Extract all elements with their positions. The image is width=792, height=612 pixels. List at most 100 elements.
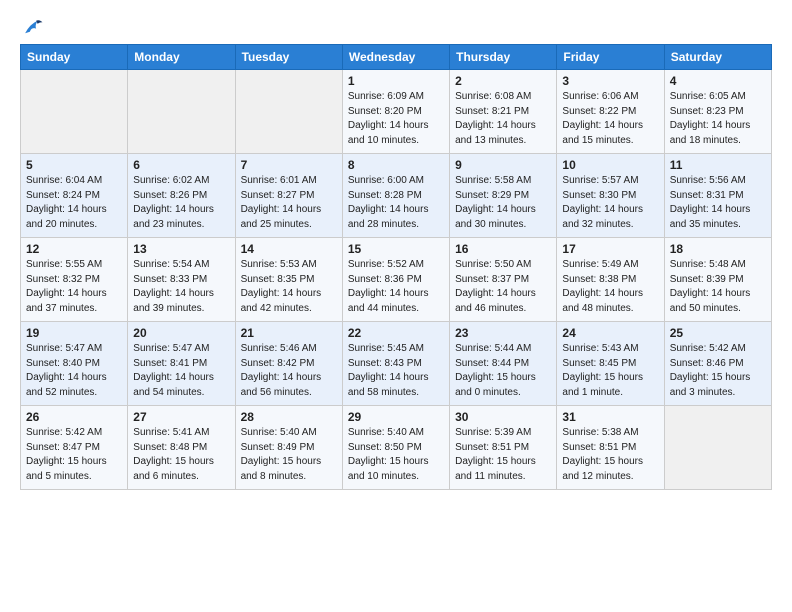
- calendar-day-22: 22 Sunrise: 5:45 AM Sunset: 8:43 PM Dayli…: [342, 322, 449, 406]
- day-info: Sunrise: 5:40 AM Sunset: 8:50 PM Dayligh…: [348, 426, 444, 484]
- day-info: Sunrise: 5:52 AM Sunset: 8:36 PM Dayligh…: [348, 258, 444, 316]
- day-info: Sunrise: 5:42 AM Sunset: 8:46 PM Dayligh…: [670, 342, 766, 400]
- day-number: 8: [348, 158, 444, 172]
- day-number: 4: [670, 74, 766, 88]
- day-number: 21: [241, 326, 337, 340]
- calendar-table: SundayMondayTuesdayWednesdayThursdayFrid…: [20, 44, 772, 490]
- calendar-day-11: 11 Sunrise: 5:56 AM Sunset: 8:31 PM Dayli…: [664, 154, 771, 238]
- day-number: 16: [455, 242, 551, 256]
- calendar-day-18: 18 Sunrise: 5:48 AM Sunset: 8:39 PM Dayli…: [664, 238, 771, 322]
- day-info: Sunrise: 5:43 AM Sunset: 8:45 PM Dayligh…: [562, 342, 658, 400]
- calendar-day-6: 6Sunrise: 6:02 AM Sunset: 8:26 PM Daylig…: [128, 154, 235, 238]
- weekday-header-friday: Friday: [557, 45, 664, 70]
- day-number: 23: [455, 326, 551, 340]
- day-info: Sunrise: 5:49 AM Sunset: 8:38 PM Dayligh…: [562, 258, 658, 316]
- logo-bird-icon: [22, 16, 44, 38]
- day-number: 26: [26, 410, 122, 424]
- day-info: Sunrise: 5:48 AM Sunset: 8:39 PM Dayligh…: [670, 258, 766, 316]
- day-info: Sunrise: 6:05 AM Sunset: 8:23 PM Dayligh…: [670, 90, 766, 148]
- day-info: Sunrise: 5:44 AM Sunset: 8:44 PM Dayligh…: [455, 342, 551, 400]
- calendar-day-20: 20 Sunrise: 5:47 AM Sunset: 8:41 PM Dayli…: [128, 322, 235, 406]
- day-number: 11: [670, 158, 766, 172]
- day-number: 18: [670, 242, 766, 256]
- calendar-day-23: 23 Sunrise: 5:44 AM Sunset: 8:44 PM Dayli…: [450, 322, 557, 406]
- calendar-empty-cell: [664, 406, 771, 490]
- calendar-day-9: 9 Sunrise: 5:58 AM Sunset: 8:29 PM Daylig…: [450, 154, 557, 238]
- calendar-day-10: 10 Sunrise: 5:57 AM Sunset: 8:30 PM Dayli…: [557, 154, 664, 238]
- calendar-day-5: 5Sunrise: 6:04 AM Sunset: 8:24 PM Daylig…: [21, 154, 128, 238]
- calendar-day-1: 1Sunrise: 6:09 AM Sunset: 8:20 PM Daylig…: [342, 70, 449, 154]
- day-info: Sunrise: 5:42 AM Sunset: 8:47 PM Dayligh…: [26, 426, 122, 484]
- day-info: Sunrise: 5:38 AM Sunset: 8:51 PM Dayligh…: [562, 426, 658, 484]
- day-number: 7: [241, 158, 337, 172]
- weekday-header-monday: Monday: [128, 45, 235, 70]
- calendar-day-14: 14Sunrise: 5:53 AM Sunset: 8:35 PM Dayli…: [235, 238, 342, 322]
- day-info: Sunrise: 5:53 AM Sunset: 8:35 PM Dayligh…: [241, 258, 337, 316]
- calendar-day-30: 30 Sunrise: 5:39 AM Sunset: 8:51 PM Dayli…: [450, 406, 557, 490]
- day-number: 22: [348, 326, 444, 340]
- calendar-week-row: 1Sunrise: 6:09 AM Sunset: 8:20 PM Daylig…: [21, 70, 772, 154]
- calendar-day-17: 17Sunrise: 5:49 AM Sunset: 8:38 PM Dayli…: [557, 238, 664, 322]
- day-info: Sunrise: 5:47 AM Sunset: 8:40 PM Dayligh…: [26, 342, 122, 400]
- day-number: 10: [562, 158, 658, 172]
- day-info: Sunrise: 6:01 AM Sunset: 8:27 PM Dayligh…: [241, 174, 337, 232]
- day-number: 2: [455, 74, 551, 88]
- day-number: 24: [562, 326, 658, 340]
- calendar-day-24: 24 Sunrise: 5:43 AM Sunset: 8:45 PM Dayli…: [557, 322, 664, 406]
- calendar-day-13: 13Sunrise: 5:54 AM Sunset: 8:33 PM Dayli…: [128, 238, 235, 322]
- calendar-day-31: 31 Sunrise: 5:38 AM Sunset: 8:51 PM Dayli…: [557, 406, 664, 490]
- day-info: Sunrise: 5:56 AM Sunset: 8:31 PM Dayligh…: [670, 174, 766, 232]
- calendar-week-row: 26 Sunrise: 5:42 AM Sunset: 8:47 PM Dayli…: [21, 406, 772, 490]
- day-number: 12: [26, 242, 122, 256]
- day-number: 9: [455, 158, 551, 172]
- day-number: 30: [455, 410, 551, 424]
- day-number: 6: [133, 158, 229, 172]
- day-info: Sunrise: 5:55 AM Sunset: 8:32 PM Dayligh…: [26, 258, 122, 316]
- day-number: 3: [562, 74, 658, 88]
- day-info: Sunrise: 5:41 AM Sunset: 8:48 PM Dayligh…: [133, 426, 229, 484]
- calendar-day-27: 27 Sunrise: 5:41 AM Sunset: 8:48 PM Dayli…: [128, 406, 235, 490]
- day-number: 5: [26, 158, 122, 172]
- weekday-header-thursday: Thursday: [450, 45, 557, 70]
- calendar-day-19: 19 Sunrise: 5:47 AM Sunset: 8:40 PM Dayli…: [21, 322, 128, 406]
- day-info: Sunrise: 5:47 AM Sunset: 8:41 PM Dayligh…: [133, 342, 229, 400]
- calendar-day-2: 2 Sunrise: 6:08 AM Sunset: 8:21 PM Daylig…: [450, 70, 557, 154]
- calendar-day-26: 26 Sunrise: 5:42 AM Sunset: 8:47 PM Dayli…: [21, 406, 128, 490]
- calendar-empty-cell: [235, 70, 342, 154]
- day-number: 25: [670, 326, 766, 340]
- day-number: 15: [348, 242, 444, 256]
- day-info: Sunrise: 6:08 AM Sunset: 8:21 PM Dayligh…: [455, 90, 551, 148]
- calendar-day-21: 21Sunrise: 5:46 AM Sunset: 8:42 PM Dayli…: [235, 322, 342, 406]
- day-number: 31: [562, 410, 658, 424]
- day-info: Sunrise: 6:06 AM Sunset: 8:22 PM Dayligh…: [562, 90, 658, 148]
- logo: [20, 16, 44, 34]
- calendar-day-29: 29 Sunrise: 5:40 AM Sunset: 8:50 PM Dayli…: [342, 406, 449, 490]
- day-info: Sunrise: 5:58 AM Sunset: 8:29 PM Dayligh…: [455, 174, 551, 232]
- day-number: 1: [348, 74, 444, 88]
- weekday-header-wednesday: Wednesday: [342, 45, 449, 70]
- day-info: Sunrise: 6:00 AM Sunset: 8:28 PM Dayligh…: [348, 174, 444, 232]
- calendar-day-15: 15 Sunrise: 5:52 AM Sunset: 8:36 PM Dayli…: [342, 238, 449, 322]
- day-info: Sunrise: 5:54 AM Sunset: 8:33 PM Dayligh…: [133, 258, 229, 316]
- calendar-day-7: 7 Sunrise: 6:01 AM Sunset: 8:27 PM Daylig…: [235, 154, 342, 238]
- calendar-day-8: 8 Sunrise: 6:00 AM Sunset: 8:28 PM Daylig…: [342, 154, 449, 238]
- day-number: 27: [133, 410, 229, 424]
- weekday-header-sunday: Sunday: [21, 45, 128, 70]
- calendar-day-4: 4 Sunrise: 6:05 AM Sunset: 8:23 PM Daylig…: [664, 70, 771, 154]
- day-number: 20: [133, 326, 229, 340]
- day-info: Sunrise: 5:39 AM Sunset: 8:51 PM Dayligh…: [455, 426, 551, 484]
- calendar-day-3: 3 Sunrise: 6:06 AM Sunset: 8:22 PM Daylig…: [557, 70, 664, 154]
- calendar-day-16: 16Sunrise: 5:50 AM Sunset: 8:37 PM Dayli…: [450, 238, 557, 322]
- day-info: Sunrise: 5:45 AM Sunset: 8:43 PM Dayligh…: [348, 342, 444, 400]
- calendar-day-28: 28Sunrise: 5:40 AM Sunset: 8:49 PM Dayli…: [235, 406, 342, 490]
- calendar-week-row: 12 Sunrise: 5:55 AM Sunset: 8:32 PM Dayli…: [21, 238, 772, 322]
- day-info: Sunrise: 5:57 AM Sunset: 8:30 PM Dayligh…: [562, 174, 658, 232]
- day-number: 19: [26, 326, 122, 340]
- calendar-empty-cell: [128, 70, 235, 154]
- day-info: Sunrise: 5:40 AM Sunset: 8:49 PM Dayligh…: [241, 426, 337, 484]
- weekday-header-saturday: Saturday: [664, 45, 771, 70]
- calendar-page: SundayMondayTuesdayWednesdayThursdayFrid…: [0, 0, 792, 510]
- calendar-day-12: 12 Sunrise: 5:55 AM Sunset: 8:32 PM Dayli…: [21, 238, 128, 322]
- day-number: 29: [348, 410, 444, 424]
- calendar-week-row: 19 Sunrise: 5:47 AM Sunset: 8:40 PM Dayli…: [21, 322, 772, 406]
